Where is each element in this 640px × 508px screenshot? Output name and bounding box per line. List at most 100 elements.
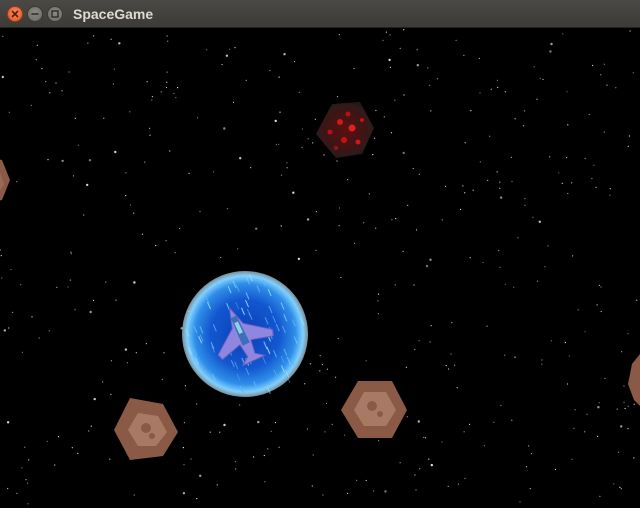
star <box>402 151 405 155</box>
star <box>493 421 495 423</box>
star <box>83 214 85 216</box>
star <box>126 362 129 364</box>
minimize-button[interactable] <box>27 6 43 22</box>
star <box>609 188 611 190</box>
star <box>28 459 30 461</box>
star <box>226 208 229 210</box>
star <box>8 327 10 329</box>
star <box>519 501 521 503</box>
game-canvas[interactable] <box>0 28 640 508</box>
star <box>514 356 516 358</box>
star <box>270 430 272 432</box>
star <box>498 250 500 252</box>
star <box>618 451 620 453</box>
star <box>629 30 631 32</box>
star <box>423 436 425 438</box>
star <box>77 452 79 454</box>
star <box>280 225 282 227</box>
star <box>323 154 325 156</box>
star <box>561 182 563 184</box>
star <box>425 437 427 439</box>
star <box>550 42 553 46</box>
star <box>221 63 223 66</box>
star <box>388 58 391 62</box>
star <box>395 218 397 220</box>
maximize-button[interactable] <box>47 6 63 22</box>
star <box>499 266 501 268</box>
star <box>549 156 551 158</box>
star <box>188 172 190 174</box>
star <box>237 248 239 250</box>
star <box>464 142 466 144</box>
star <box>464 477 466 480</box>
star <box>504 283 506 285</box>
star <box>307 138 309 140</box>
star <box>463 54 465 56</box>
star <box>549 50 552 53</box>
star <box>436 78 439 80</box>
star <box>110 393 112 395</box>
star <box>234 461 236 463</box>
star <box>2 35 4 37</box>
star <box>528 445 530 447</box>
star <box>319 370 321 372</box>
star <box>566 91 568 93</box>
star <box>274 119 277 123</box>
star <box>293 61 296 63</box>
star <box>88 430 90 432</box>
star <box>16 492 18 494</box>
star <box>354 242 356 244</box>
star <box>175 97 177 99</box>
star <box>48 330 50 332</box>
star <box>71 447 73 449</box>
star <box>598 402 600 404</box>
star <box>571 182 573 184</box>
star <box>93 397 96 401</box>
star <box>428 458 430 460</box>
star <box>21 351 23 353</box>
star <box>430 110 432 112</box>
star <box>70 253 72 255</box>
star <box>463 431 465 433</box>
star <box>6 421 10 424</box>
star <box>141 233 143 235</box>
star <box>604 377 606 379</box>
star <box>385 31 387 33</box>
star <box>298 91 300 93</box>
star <box>57 436 60 438</box>
star <box>599 495 601 497</box>
star <box>584 431 586 433</box>
game-scene <box>0 29 640 505</box>
star <box>149 127 151 129</box>
star <box>417 420 420 423</box>
star <box>383 116 385 118</box>
star <box>447 368 450 370</box>
title-bar[interactable]: SpaceGame <box>0 0 640 28</box>
star <box>0 255 2 257</box>
star <box>338 225 340 227</box>
star <box>155 244 157 247</box>
close-button[interactable] <box>7 6 23 22</box>
star <box>133 212 135 214</box>
star <box>234 47 236 49</box>
star <box>124 348 128 351</box>
star <box>129 111 131 113</box>
star <box>427 67 429 69</box>
star <box>245 79 247 81</box>
star <box>378 440 380 442</box>
star <box>375 227 377 229</box>
star <box>278 143 280 145</box>
star <box>326 368 328 370</box>
star <box>429 84 431 86</box>
star <box>145 343 147 345</box>
star <box>375 109 377 112</box>
star <box>613 483 615 485</box>
star <box>462 185 464 187</box>
star <box>8 111 10 113</box>
star <box>541 363 543 365</box>
star <box>377 293 380 295</box>
star <box>223 127 226 130</box>
star <box>609 194 611 196</box>
star <box>61 159 64 163</box>
star <box>441 441 443 443</box>
